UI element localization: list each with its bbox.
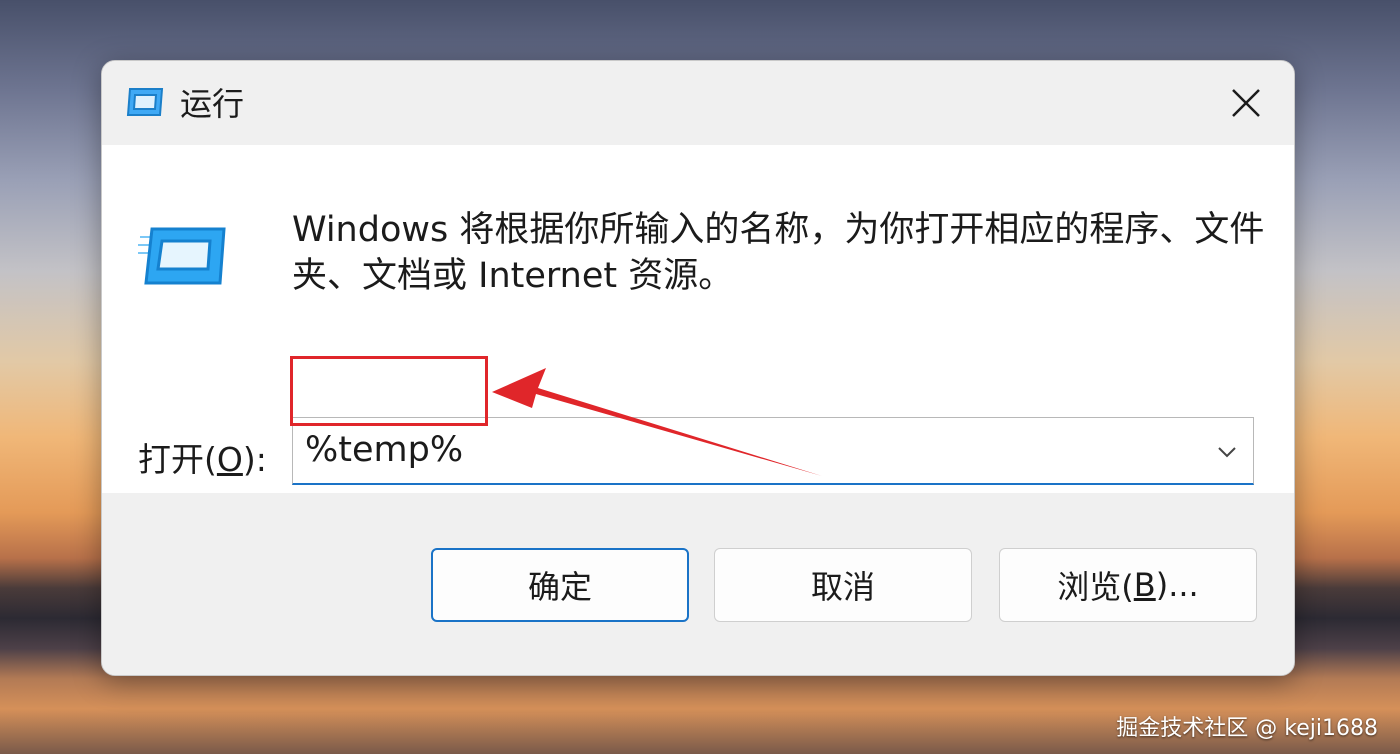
open-label-prefix: 打开( [138, 440, 217, 479]
open-combobox[interactable]: %temp% [292, 417, 1254, 485]
watermark: 掘金技术社区 @ keji1688 [1116, 716, 1378, 741]
open-label: 打开(O): [138, 433, 267, 481]
browse-button[interactable]: 浏览(B)... [999, 548, 1257, 622]
cancel-button[interactable]: 取消 [714, 548, 972, 622]
close-button[interactable] [1198, 61, 1294, 145]
close-icon [1232, 89, 1260, 117]
browse-label-accel: B [1133, 566, 1156, 604]
ok-button[interactable]: 确定 [431, 548, 689, 622]
title-bar[interactable]: 运行 [102, 61, 1294, 145]
ok-button-label: 确定 [527, 568, 592, 606]
run-icon [138, 227, 226, 285]
cancel-button-label: 取消 [810, 568, 875, 606]
run-icon [126, 88, 164, 116]
window-title: 运行 [180, 85, 245, 123]
chevron-down-icon[interactable] [1213, 438, 1241, 466]
run-dialog: 运行 Windows 将根据你所输入的名称，为你打开相应的程序、文件夹、文档或 … [101, 60, 1295, 676]
browse-label-prefix: 浏览( [1057, 568, 1134, 606]
open-label-accel: O [216, 440, 243, 479]
open-input[interactable]: %temp% [305, 430, 463, 470]
description-text: Windows 将根据你所输入的名称，为你打开相应的程序、文件夹、文档或 Int… [292, 210, 1265, 296]
content-area: Windows 将根据你所输入的名称，为你打开相应的程序、文件夹、文档或 Int… [102, 145, 1294, 493]
browse-label-suffix: )... [1155, 566, 1199, 604]
button-bar: 确定 取消 浏览(B)... [102, 493, 1294, 675]
open-label-suffix: ): [242, 440, 267, 479]
